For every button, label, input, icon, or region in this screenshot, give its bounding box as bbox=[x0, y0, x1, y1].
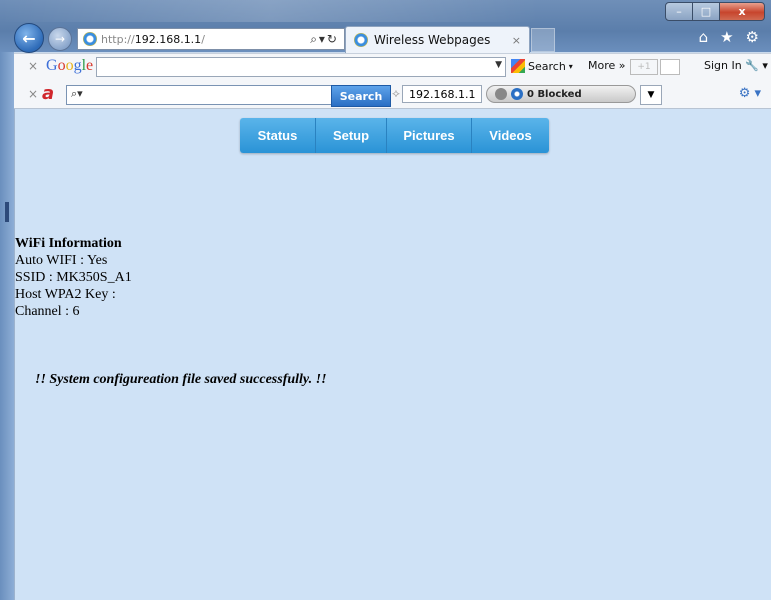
ask-search-input[interactable]: ⌕▾ bbox=[66, 85, 332, 105]
ie-page-icon bbox=[83, 32, 97, 46]
url-protocol: http:// bbox=[101, 32, 135, 46]
nav-status[interactable]: Status bbox=[240, 118, 316, 153]
ask-toolbar: × a ⌕▾ Search ⟡ 192.168.1.1 0 Blocked ▼ … bbox=[14, 80, 771, 109]
browser-right-icons: ⌂ ★ ⚙ bbox=[699, 28, 759, 46]
google-share-box[interactable] bbox=[660, 59, 680, 75]
close-ask-toolbar-icon[interactable]: × bbox=[28, 87, 38, 101]
search-icon: ⌕▾ bbox=[71, 87, 83, 100]
close-button[interactable]: x bbox=[719, 2, 765, 21]
settings-icon bbox=[495, 88, 507, 100]
url-path: / bbox=[201, 32, 205, 46]
ask-options-icon[interactable]: ⚙ ▾ bbox=[739, 86, 761, 101]
ip-address-field[interactable]: 192.168.1.1 bbox=[402, 85, 482, 103]
plus-one-button[interactable]: +1 bbox=[630, 59, 658, 75]
back-button[interactable]: ← bbox=[14, 23, 44, 53]
wrench-icon[interactable]: 🔧 bbox=[745, 59, 759, 72]
arrow-left-icon: ← bbox=[22, 28, 36, 48]
auto-wifi-row: Auto WIFI : Yes bbox=[15, 253, 108, 268]
main-nav: Status Setup Pictures Videos bbox=[240, 118, 549, 153]
popup-blocker-pill[interactable]: 0 Blocked bbox=[486, 85, 636, 103]
nav-videos[interactable]: Videos bbox=[472, 118, 549, 153]
forward-button[interactable]: → bbox=[48, 27, 72, 51]
ssid-row: SSID : MK350S_A1 bbox=[15, 270, 132, 285]
google-toolbar: × Google ▼ Search ▾ More » +1 Sign In 🔧 ▾ bbox=[14, 53, 771, 81]
sign-in-label: Sign In bbox=[704, 59, 742, 72]
wifi-heading: WiFi Information bbox=[15, 236, 122, 251]
tab-close-icon[interactable]: × bbox=[512, 34, 521, 47]
address-bar[interactable]: http://192.168.1.1/ ⌕▾↻ bbox=[77, 28, 345, 50]
google-search-button[interactable]: Search ▾ bbox=[511, 59, 573, 73]
tab-wireless-webpages[interactable]: Wireless Webpages × bbox=[345, 26, 530, 53]
home-icon[interactable]: ⌂ bbox=[699, 28, 709, 46]
google-logo: Google bbox=[46, 57, 94, 74]
chevron-down-icon[interactable]: ▼ bbox=[495, 60, 502, 70]
page-content: Status Setup Pictures Videos WiFi Inform… bbox=[14, 109, 771, 600]
wpa2-key-row: Host WPA2 Key : bbox=[15, 287, 116, 302]
search-refresh-icon[interactable]: ⌕▾↻ bbox=[310, 32, 339, 47]
favorites-icon[interactable]: ★ bbox=[720, 28, 733, 46]
ask-logo-icon: a bbox=[42, 83, 55, 104]
blocked-label: 0 Blocked bbox=[527, 88, 582, 100]
google-search-icon bbox=[511, 59, 525, 73]
tab-title: Wireless Webpages bbox=[374, 33, 491, 47]
google-more-button[interactable]: More » bbox=[588, 59, 626, 72]
window-controls: – □ x bbox=[665, 2, 765, 21]
toolbar-divider: ⟡ bbox=[392, 86, 400, 100]
nav-setup[interactable]: Setup bbox=[316, 118, 387, 153]
save-success-message: !! System configureation file saved succ… bbox=[35, 372, 327, 387]
new-tab-button[interactable] bbox=[531, 28, 555, 52]
blocker-dropdown[interactable]: ▼ bbox=[640, 85, 662, 105]
minimize-button[interactable]: – bbox=[665, 2, 693, 21]
google-search-label: Search bbox=[528, 59, 566, 73]
eye-icon bbox=[511, 88, 523, 100]
arrow-right-icon: → bbox=[54, 32, 66, 46]
nav-pictures[interactable]: Pictures bbox=[387, 118, 472, 153]
sign-in-link[interactable]: Sign In 🔧 ▾ bbox=[704, 59, 768, 72]
gear-icon[interactable]: ⚙ bbox=[746, 28, 759, 46]
window-left-frame bbox=[0, 52, 14, 600]
url-host: 192.168.1.1 bbox=[134, 32, 202, 46]
google-search-input[interactable]: ▼ bbox=[96, 57, 506, 77]
maximize-button[interactable]: □ bbox=[692, 2, 720, 21]
ie-tab-icon bbox=[354, 33, 368, 47]
ask-search-button[interactable]: Search bbox=[331, 85, 391, 107]
close-toolbar-icon[interactable]: × bbox=[28, 59, 38, 73]
wifi-information: WiFi Information Auto WIFI : Yes SSID : … bbox=[15, 235, 132, 320]
channel-row: Channel : 6 bbox=[15, 304, 80, 319]
frame-marker bbox=[5, 202, 9, 222]
